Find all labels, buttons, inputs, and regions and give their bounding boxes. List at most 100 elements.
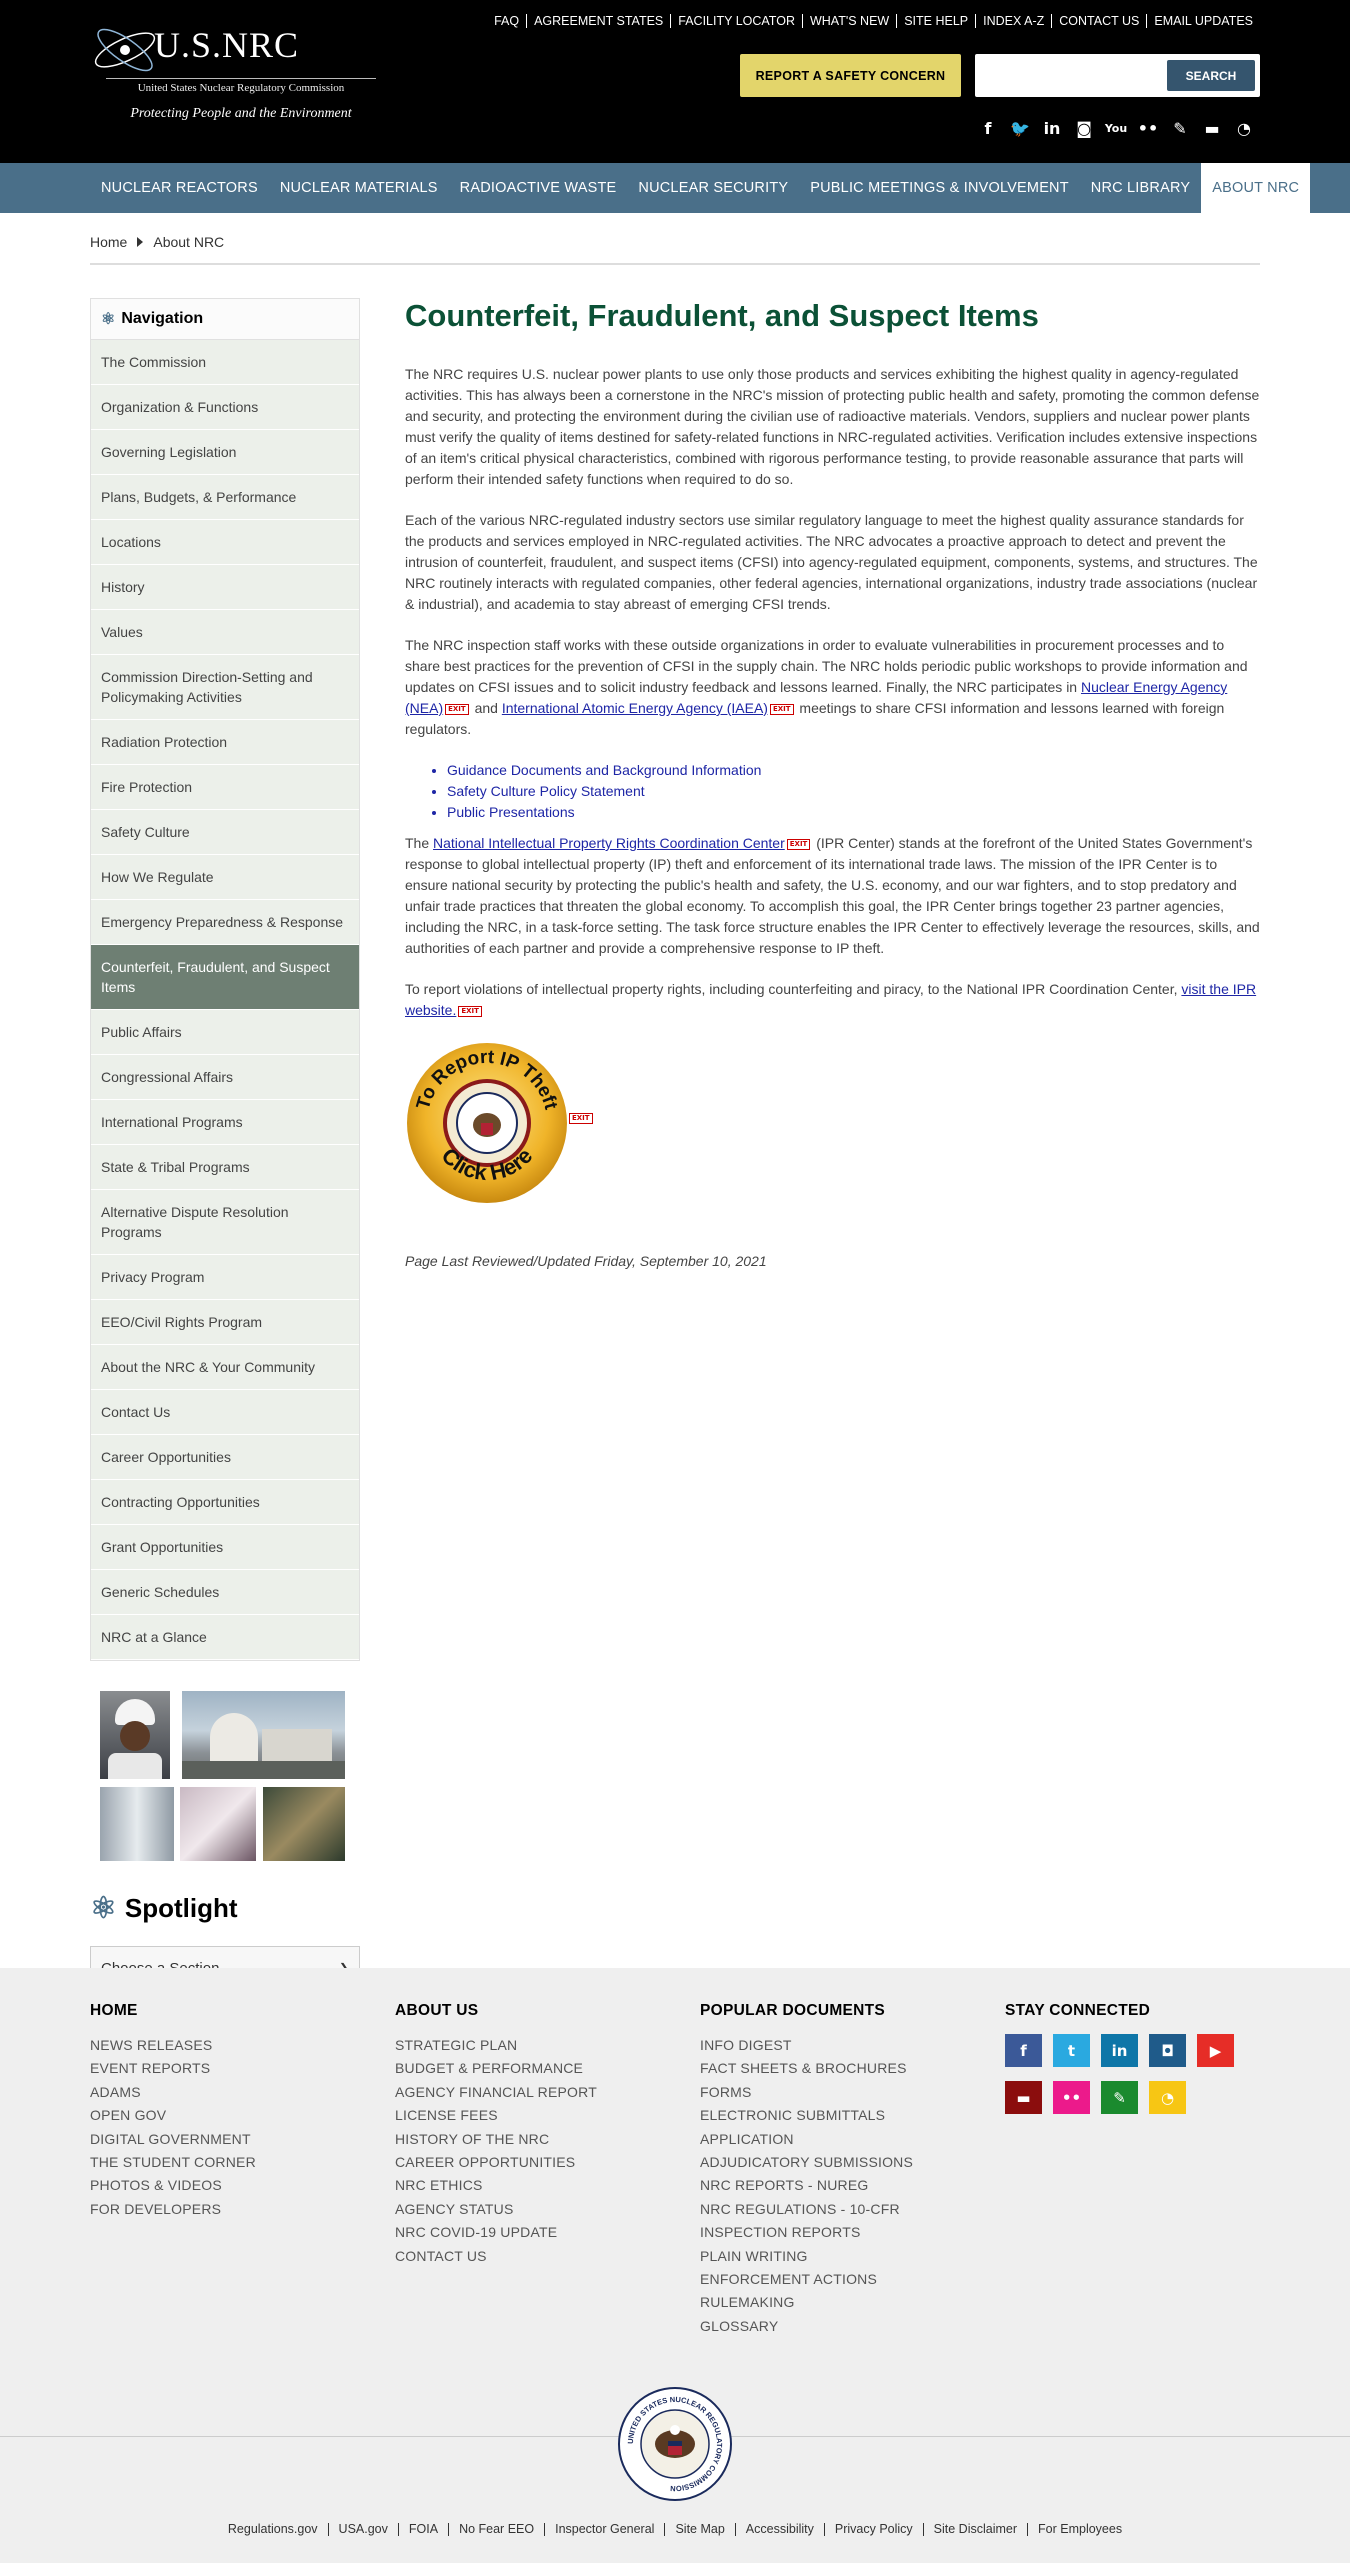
footer-link[interactable]: ADAMS	[90, 2081, 256, 2104]
footer-link[interactable]: THE STUDENT CORNER	[90, 2151, 256, 2174]
utility-link[interactable]: WHAT'S NEW	[801, 14, 896, 28]
utility-link[interactable]: SITE HELP	[896, 14, 975, 28]
footer-link[interactable]: NRC ETHICS	[395, 2174, 597, 2197]
sidebar-item[interactable]: Plans, Budgets, & Performance	[91, 475, 359, 520]
twitter-icon[interactable]: 🐦	[1004, 117, 1036, 139]
footer-link[interactable]: AGENCY STATUS	[395, 2198, 597, 2221]
sidebar-item[interactable]: Generic Schedules	[91, 1570, 359, 1615]
comment-icon[interactable]: ▬	[1005, 2081, 1042, 2114]
footer-link[interactable]: HISTORY OF THE NRC	[395, 2128, 597, 2151]
sidebar-item[interactable]: Career Opportunities	[91, 1435, 359, 1480]
blog-icon[interactable]: ✎	[1164, 117, 1196, 139]
facebook-icon[interactable]: f	[1005, 2034, 1042, 2067]
sidebar-item[interactable]: Radiation Protection	[91, 720, 359, 765]
sidebar-item[interactable]: Grant Opportunities	[91, 1525, 359, 1570]
bottom-link[interactable]: No Fear EEO	[448, 2523, 544, 2536]
instagram-icon[interactable]: ◘	[1149, 2034, 1186, 2067]
footer-link[interactable]: CONTACT US	[395, 2245, 597, 2268]
sidebar-item[interactable]: Contact Us	[91, 1390, 359, 1435]
blog-icon[interactable]: ✎	[1101, 2081, 1138, 2114]
utility-link[interactable]: FACILITY LOCATOR	[670, 14, 802, 28]
ipr-center-link[interactable]: National Intellectual Property Rights Co…	[433, 835, 785, 851]
footer-link[interactable]: RULEMAKING	[700, 2291, 913, 2314]
comment-icon[interactable]: ▬	[1196, 117, 1228, 139]
sidebar-item[interactable]: Locations	[91, 520, 359, 565]
facebook-icon[interactable]: f	[972, 117, 1004, 139]
sidebar-item[interactable]: About the NRC & Your Community	[91, 1345, 359, 1390]
footer-link[interactable]: INSPECTION REPORTS	[700, 2221, 913, 2244]
utility-link[interactable]: FAQ	[487, 14, 526, 28]
footer-link[interactable]: GLOSSARY	[700, 2315, 913, 2338]
bottom-link[interactable]: Privacy Policy	[823, 2523, 923, 2536]
sidebar-item[interactable]: History	[91, 565, 359, 610]
rss-icon[interactable]: ◔	[1228, 117, 1260, 139]
resource-link[interactable]: Guidance Documents and Background Inform…	[447, 760, 1260, 781]
nav-item[interactable]: NUCLEAR MATERIALS	[269, 163, 449, 213]
iaea-link[interactable]: International Atomic Energy Agency (IAEA…	[502, 700, 768, 716]
breadcrumb-current[interactable]: About NRC	[153, 234, 224, 250]
sidebar-item[interactable]: Contracting Opportunities	[91, 1480, 359, 1525]
footer-link[interactable]: NRC COVID-19 UPDATE	[395, 2221, 597, 2244]
sidebar-item[interactable]: Values	[91, 610, 359, 655]
linkedin-icon[interactable]: in	[1036, 117, 1068, 139]
bottom-link[interactable]: FOIA	[397, 2523, 448, 2536]
footer-link[interactable]: ELECTRONIC SUBMITTALS	[700, 2104, 913, 2127]
sidebar-item[interactable]: Privacy Program	[91, 1255, 359, 1300]
nav-item[interactable]: NUCLEAR SECURITY	[627, 163, 799, 213]
footer-link[interactable]: APPLICATION	[700, 2128, 913, 2151]
sidebar-item[interactable]: International Programs	[91, 1100, 359, 1145]
footer-link[interactable]: INFO DIGEST	[700, 2034, 913, 2057]
footer-link[interactable]: NRC REGULATIONS - 10-CFR	[700, 2198, 913, 2221]
sidebar-item[interactable]: Commission Direction-Setting and Policym…	[91, 655, 359, 720]
sidebar-item[interactable]: Safety Culture	[91, 810, 359, 855]
utility-link[interactable]: CONTACT US	[1051, 14, 1146, 28]
sidebar-item[interactable]: Fire Protection	[91, 765, 359, 810]
utility-link[interactable]: EMAIL UPDATES	[1146, 14, 1260, 28]
bottom-link[interactable]: Regulations.gov	[218, 2523, 328, 2536]
sidebar-item[interactable]: Organization & Functions	[91, 385, 359, 430]
flickr-icon[interactable]: ••	[1053, 2081, 1090, 2114]
sidebar-item[interactable]: Alternative Dispute Resolution Programs	[91, 1190, 359, 1255]
footer-link[interactable]: AGENCY FINANCIAL REPORT	[395, 2081, 597, 2104]
report-safety-concern-button[interactable]: REPORT A SAFETY CONCERN	[740, 54, 961, 97]
bottom-link[interactable]: Site Disclaimer	[922, 2523, 1027, 2536]
footer-link[interactable]: DIGITAL GOVERNMENT	[90, 2128, 256, 2151]
footer-link[interactable]: PHOTOS & VIDEOS	[90, 2174, 256, 2197]
footer-link[interactable]: FOR DEVELOPERS	[90, 2198, 256, 2221]
footer-link[interactable]: FACT SHEETS & BROCHURES	[700, 2057, 913, 2080]
footer-link[interactable]: ADJUDICATORY SUBMISSIONS	[700, 2151, 913, 2174]
footer-link[interactable]: FORMS	[700, 2081, 913, 2104]
search-button[interactable]: SEARCH	[1167, 60, 1255, 91]
sidebar-item[interactable]: NRC at a Glance	[91, 1615, 359, 1660]
footer-link[interactable]: CAREER OPPORTUNITIES	[395, 2151, 597, 2174]
nav-item[interactable]: ABOUT NRC	[1201, 163, 1311, 213]
sidebar-item[interactable]: Emergency Preparedness & Response	[91, 900, 359, 945]
sidebar-item[interactable]: How We Regulate	[91, 855, 359, 900]
utility-link[interactable]: AGREEMENT STATES	[526, 14, 670, 28]
footer-link[interactable]: ENFORCEMENT ACTIONS	[700, 2268, 913, 2291]
sidebar-item[interactable]: EEO/Civil Rights Program	[91, 1300, 359, 1345]
resource-link[interactable]: Safety Culture Policy Statement	[447, 781, 1260, 802]
search-input[interactable]	[979, 58, 1159, 92]
nav-item[interactable]: NUCLEAR REACTORS	[90, 163, 269, 213]
footer-link[interactable]: NEWS RELEASES	[90, 2034, 256, 2057]
nrc-logo[interactable]: U.S.NRC United States Nuclear Regulatory…	[90, 18, 376, 128]
footer-link[interactable]: LICENSE FEES	[395, 2104, 597, 2127]
twitter-icon[interactable]: t	[1053, 2034, 1090, 2067]
bottom-link[interactable]: For Employees	[1027, 2523, 1132, 2536]
bottom-link[interactable]: Accessibility	[734, 2523, 824, 2536]
sidebar-item[interactable]: Governing Legislation	[91, 430, 359, 475]
footer-link[interactable]: STRATEGIC PLAN	[395, 2034, 597, 2057]
report-ip-theft-badge[interactable]: To Report IP Theft Click Here EXIT	[405, 1041, 605, 1221]
rss-icon[interactable]: ◔	[1149, 2081, 1186, 2114]
breadcrumb-home[interactable]: Home	[90, 234, 127, 250]
footer-link[interactable]: OPEN GOV	[90, 2104, 256, 2127]
bottom-link[interactable]: Site Map	[664, 2523, 734, 2536]
instagram-icon[interactable]: ◙	[1068, 117, 1100, 139]
linkedin-icon[interactable]: in	[1101, 2034, 1138, 2067]
footer-link[interactable]: EVENT REPORTS	[90, 2057, 256, 2080]
sidebar-item[interactable]: State & Tribal Programs	[91, 1145, 359, 1190]
youtube-icon[interactable]: ▶	[1197, 2034, 1234, 2067]
footer-link[interactable]: NRC REPORTS - NUREG	[700, 2174, 913, 2197]
bottom-link[interactable]: USA.gov	[327, 2523, 398, 2536]
